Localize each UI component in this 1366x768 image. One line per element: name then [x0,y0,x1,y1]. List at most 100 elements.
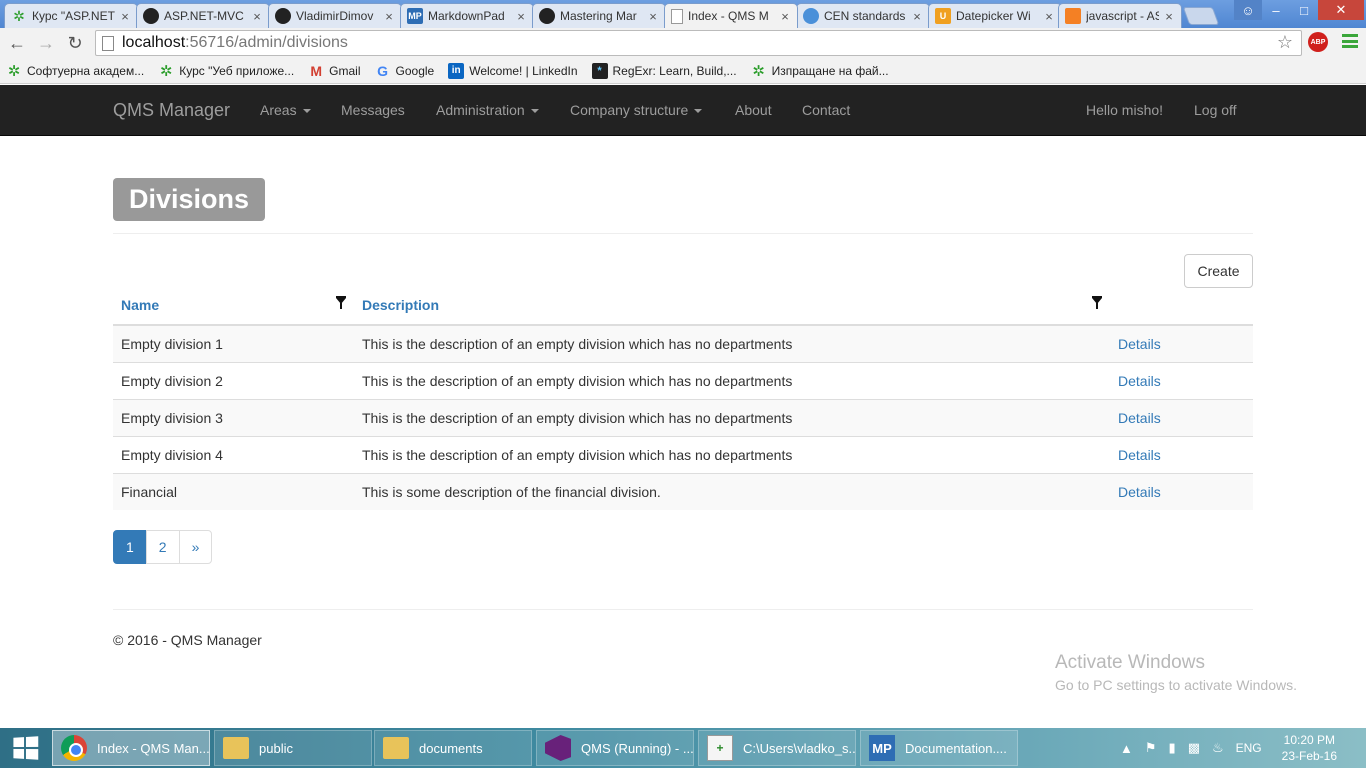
page-link-next[interactable]: » [178,530,213,564]
browser-tab-title: Курс "ASP.NET [32,9,115,23]
details-link[interactable]: Details [1118,447,1161,463]
taskbar-item-chrome[interactable]: Index - QMS Man... [52,730,210,766]
browser-tab-title: VladimirDimov [296,9,374,23]
bookmark-label: Google [395,63,435,78]
details-link[interactable]: Details [1118,484,1161,500]
close-icon[interactable]: × [1043,9,1055,24]
back-arrow-icon[interactable]: ← [6,32,28,54]
github-icon [143,8,159,24]
close-icon[interactable]: × [251,9,263,24]
nav-item-contact[interactable]: Contact [802,102,850,118]
bookmark-item[interactable]: ✲ Курс "Уеб приложе... [158,63,294,80]
browser-tab[interactable]: ASP.NET-MVC × [136,3,270,28]
taskbar-item-folder-documents[interactable]: documents [374,730,532,766]
address-bar[interactable]: localhost:56716/admin/divisions ☆ [95,30,1302,56]
division-description: This is the description of an empty divi… [354,435,1110,473]
close-icon[interactable]: × [515,9,527,24]
details-link[interactable]: Details [1118,373,1161,389]
create-button[interactable]: Create [1184,254,1253,288]
bookmark-item[interactable]: G Google [375,63,435,79]
window-close-icon[interactable]: ✕ [1318,0,1364,20]
browser-tab-active[interactable]: Index - QMS M × [664,3,798,28]
markdownpad-icon: MP [869,735,895,761]
bookmark-item[interactable]: M Gmail [308,63,360,79]
browser-tab[interactable]: VladimirDimov × [268,3,402,28]
details-link[interactable]: Details [1118,410,1161,426]
division-name: Financial [113,472,354,510]
user-profile-icon[interactable]: ☺ [1234,0,1262,20]
close-icon[interactable]: × [647,9,659,24]
pagination: 1 2 » [113,530,213,564]
caret-down-icon [530,109,539,114]
bookmark-item[interactable]: in Welcome! | LinkedIn [448,62,578,79]
browser-tab-title: MarkdownPad [428,9,505,23]
column-header-description[interactable]: Description [354,288,1110,326]
forward-arrow-icon[interactable]: → [35,32,57,54]
close-icon[interactable]: × [119,9,131,24]
browser-tab[interactable]: MP MarkdownPad × [400,3,534,28]
show-hidden-icons-icon[interactable]: ▲ [1120,741,1133,756]
bookmark-item[interactable]: * RegExr: Learn, Build,... [591,62,737,79]
cen-icon [803,8,819,24]
page-link-2[interactable]: 2 [145,530,180,564]
taskbar-clock[interactable]: 10:20 PM 23-Feb-16 [1282,732,1337,764]
footer-divider [113,609,1253,610]
taskbar-label: Index - QMS Man... [97,740,210,756]
browser-tab[interactable]: javascript - AS × [1058,3,1182,28]
chrome-menu-icon[interactable] [1342,34,1358,48]
network-signal-icon[interactable]: ▩ [1188,740,1200,756]
regexr-icon: * [591,62,608,79]
browser-tab[interactable]: U Datepicker Wi × [928,3,1062,28]
minimize-icon[interactable]: – [1262,0,1290,20]
bookmark-label: Gmail [329,63,361,78]
taskbar-item-folder-public[interactable]: public [214,730,372,766]
close-icon[interactable]: × [911,9,923,24]
nav-item-messages[interactable]: Messages [341,102,405,118]
bookmark-item[interactable]: ✲ Изпращане на фай... [751,62,889,80]
close-icon[interactable]: × [1163,9,1175,24]
new-tab-button[interactable] [1182,7,1220,25]
taskbar-label: QMS (Running) - ... [581,740,694,756]
nav-item-areas[interactable]: Areas [260,102,311,118]
bookmark-star-icon[interactable]: ☆ [1277,32,1293,53]
close-icon[interactable]: × [779,9,791,24]
adblock-icon[interactable]: ABP [1308,32,1328,52]
close-icon[interactable]: × [383,9,395,24]
battery-icon[interactable]: ▮ [1169,740,1176,756]
taskbar-item-visual-studio[interactable]: QMS (Running) - ... [536,730,694,766]
details-link[interactable]: Details [1118,336,1161,352]
bookmark-label: Изпращане на фай... [771,63,889,78]
github-icon [275,8,291,24]
filter-icon[interactable] [336,296,346,309]
reload-icon[interactable]: ↻ [64,32,86,54]
maximize-icon[interactable]: □ [1290,0,1318,20]
bookmark-label: Софтуерна академ... [27,63,145,78]
nav-item-about[interactable]: About [735,102,772,118]
nav-item-company-structure[interactable]: Company structure [570,102,703,118]
user-greeting-link[interactable]: Hello misho! [1086,102,1163,118]
filter-icon[interactable] [1092,296,1102,309]
browser-tab[interactable]: ✲ Курс "ASP.NET × [4,3,138,28]
browser-tab[interactable]: CEN standards × [796,3,930,28]
input-language[interactable]: ENG [1236,741,1262,755]
action-center-icon[interactable]: ⚑ [1145,740,1157,756]
column-header-name[interactable]: Name [113,288,354,326]
visual-studio-icon [545,735,571,761]
table-row: Empty division 4 This is the description… [113,435,1253,473]
divisions-table: Name Description Empty division 1 This i… [113,288,1253,510]
telerik-academy-icon: ✲ [752,62,765,80]
taskbar-item-notepad-plus[interactable]: + C:\Users\vladko_s... [698,730,856,766]
linkedin-icon: in [448,62,465,79]
windows-start-icon[interactable] [13,736,39,760]
nav-item-administration[interactable]: Administration [436,102,539,118]
clock-time: 10:20 PM [1283,733,1336,747]
taskbar-item-markdownpad[interactable]: MP Documentation.... [860,730,1018,766]
bookmark-item[interactable]: ✲ Софтуерна академ... [6,63,145,80]
volume-icon[interactable]: ♨ [1212,740,1224,756]
browser-tab-title: Mastering Mar [560,9,637,23]
notepad-plus-icon: + [707,735,733,761]
navbar-brand[interactable]: QMS Manager [113,100,230,121]
page-link-1[interactable]: 1 [113,530,147,564]
browser-tab[interactable]: Mastering Mar × [532,3,666,28]
logoff-link[interactable]: Log off [1194,102,1237,118]
